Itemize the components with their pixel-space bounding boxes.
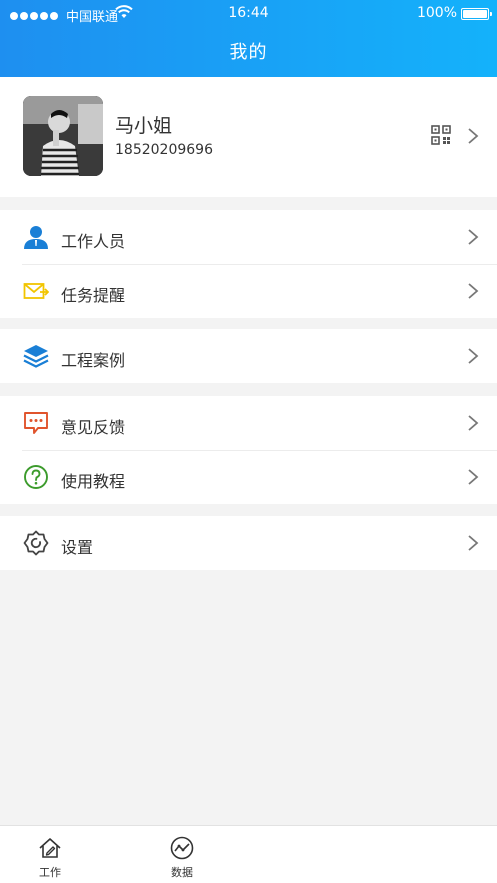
tab-work[interactable]: 工作 xyxy=(10,826,90,883)
avatar[interactable] xyxy=(23,96,103,176)
menu-group-staff: 工作人员 任务提醒 xyxy=(0,210,497,318)
menu-item-project-cases[interactable]: 工程案例 xyxy=(0,329,497,383)
chart-circle-icon xyxy=(170,836,194,860)
person-icon xyxy=(24,226,48,249)
chevron-right-icon xyxy=(468,348,479,364)
battery-percent: 100% xyxy=(416,5,457,21)
chevron-right-icon xyxy=(468,283,479,299)
chat-icon xyxy=(24,412,48,434)
menu-item-label: 意见反馈 xyxy=(61,418,126,437)
page-title: 我的 xyxy=(229,42,268,63)
menu-group-settings: 设置 xyxy=(0,516,497,570)
menu-item-staff[interactable]: 工作人员 xyxy=(0,210,497,264)
gear-icon xyxy=(23,530,49,556)
chevron-right-icon xyxy=(468,415,479,431)
bottom-tab-bar: 工作 数据 xyxy=(0,825,497,883)
profile-card[interactable]: 马小姐 18520209696 xyxy=(0,77,497,197)
header: 中国联通 16:44 100% 我的 xyxy=(0,0,497,77)
menu-item-label: 设置 xyxy=(61,538,94,557)
menu-item-label: 工程案例 xyxy=(61,351,126,370)
help-icon xyxy=(24,465,48,489)
tab-data[interactable]: 数据 xyxy=(142,826,222,883)
menu-item-label: 工作人员 xyxy=(61,232,126,251)
menu-group-help: 意见反馈 使用教程 xyxy=(0,396,497,504)
profile-name: 马小姐 xyxy=(115,115,173,137)
chevron-right-icon xyxy=(468,229,479,245)
chevron-right-icon xyxy=(468,128,479,144)
menu-item-tutorial[interactable]: 使用教程 xyxy=(0,450,497,504)
menu-item-settings[interactable]: 设置 xyxy=(0,516,497,570)
tab-label: 工作 xyxy=(39,866,61,879)
status-bar: 中国联通 16:44 100% xyxy=(0,0,497,26)
menu-item-label: 任务提醒 xyxy=(61,286,126,305)
chevron-right-icon xyxy=(468,535,479,551)
layers-icon xyxy=(23,345,49,368)
tab-label: 数据 xyxy=(171,866,193,879)
menu-item-label: 使用教程 xyxy=(61,472,126,491)
menu-item-feedback[interactable]: 意见反馈 xyxy=(0,396,497,450)
menu-item-task-reminder[interactable]: 任务提醒 xyxy=(0,264,497,318)
profile-phone: 18520209696 xyxy=(115,142,213,158)
battery-icon xyxy=(461,8,492,20)
mail-icon xyxy=(23,283,49,299)
menu-group-cases: 工程案例 xyxy=(0,329,497,383)
house-pen-icon xyxy=(39,838,61,858)
qr-code-icon[interactable] xyxy=(431,125,451,145)
chevron-right-icon xyxy=(468,469,479,485)
